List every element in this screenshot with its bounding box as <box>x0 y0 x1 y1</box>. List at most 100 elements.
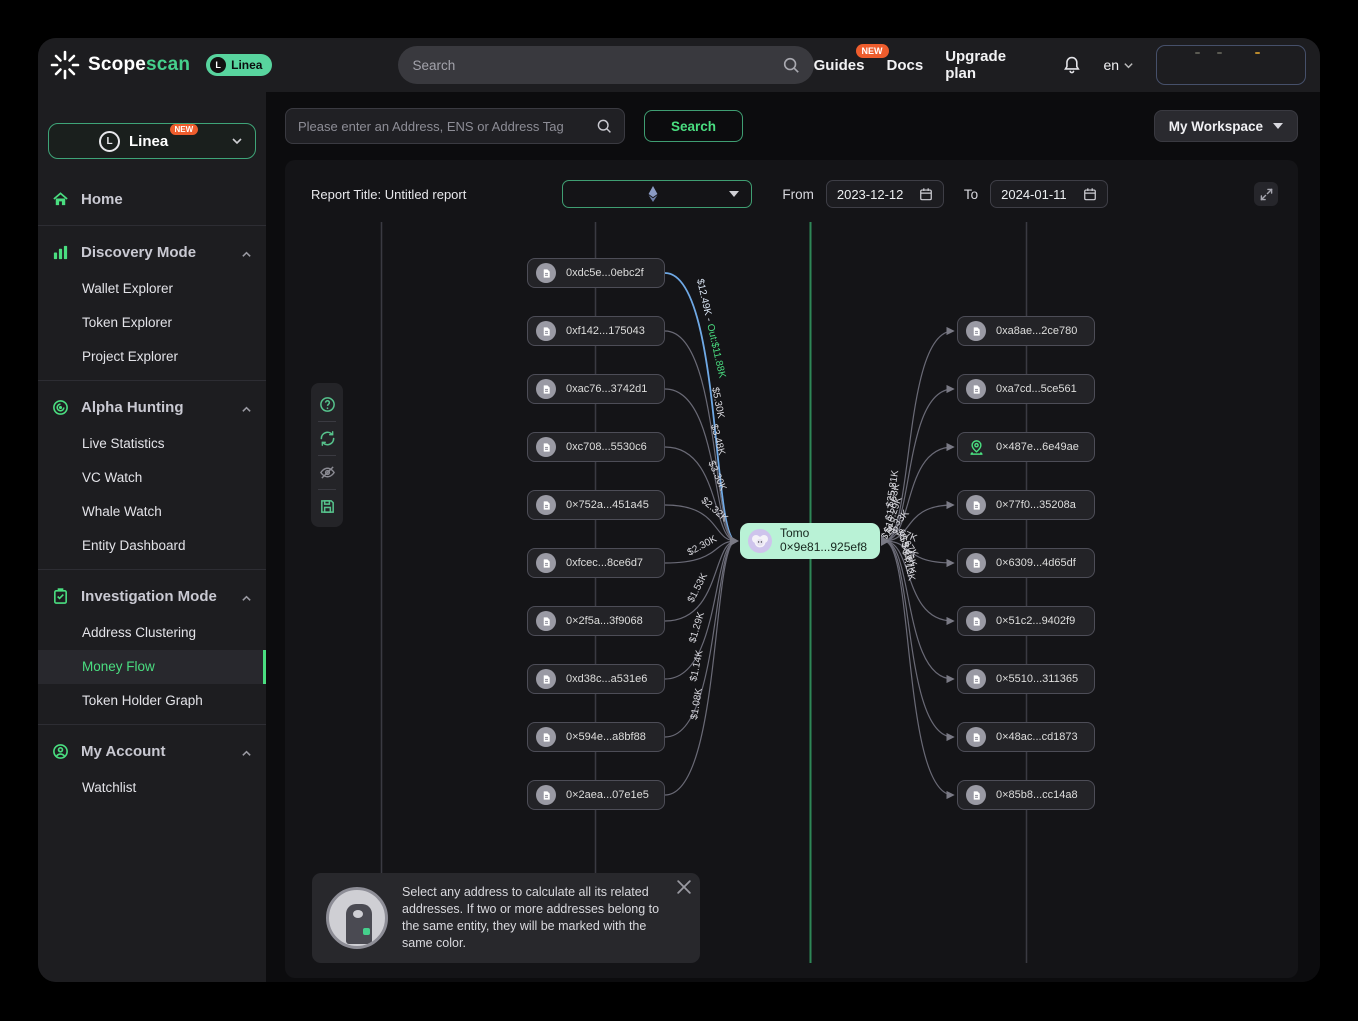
doc-icon <box>966 495 986 515</box>
sidebar-item-discovery-mode[interactable]: Discovery Mode <box>38 232 266 272</box>
address-node[interactable]: 0xa8ae...2ce780 <box>957 316 1095 346</box>
sidebar-item-entity-dashboard[interactable]: Entity Dashboard <box>38 529 266 563</box>
address-node[interactable]: 0×6309...4d65df <box>957 548 1095 578</box>
brand-name: Scopescan <box>88 54 190 76</box>
address-node[interactable]: 0×5510...311365 <box>957 664 1095 694</box>
address-search[interactable] <box>285 108 625 144</box>
from-date-picker[interactable]: 2023-12-12 <box>826 180 944 208</box>
close-icon[interactable] <box>677 880 691 894</box>
main-area: Search My Workspace Report Title: Untitl… <box>266 92 1320 982</box>
chevron-up-icon <box>241 746 252 757</box>
help-tool[interactable] <box>311 387 343 421</box>
doc-icon <box>966 553 986 573</box>
global-search-input[interactable] <box>412 58 781 73</box>
clipboard-icon <box>52 588 69 605</box>
address-node[interactable]: 0×487e...6e49ae <box>957 432 1095 462</box>
doc-icon <box>536 379 556 399</box>
sidebar-item-project-explorer[interactable]: Project Explorer <box>38 340 266 374</box>
address-node[interactable]: 0xf142...175043 <box>527 316 665 346</box>
sidebar-item-token-holder-graph[interactable]: Token Holder Graph <box>38 684 266 718</box>
topbar-panel-placeholder[interactable] <box>1156 45 1306 85</box>
sidebar-item-home[interactable]: Home <box>38 179 266 219</box>
address-node[interactable]: 0xac76...3742d1 <box>527 374 665 404</box>
main-toolbar: Search My Workspace <box>266 92 1320 160</box>
save-tool[interactable] <box>311 489 343 523</box>
target-icon <box>52 399 69 416</box>
chevron-up-icon <box>241 591 252 602</box>
nav-guides[interactable]: GuidesNEW <box>814 57 865 74</box>
report-controls: Report Title: Untitled report From 2023-… <box>311 180 1278 208</box>
doc-icon <box>536 727 556 747</box>
doc-icon <box>536 495 556 515</box>
nav-docs[interactable]: Docs <box>887 57 924 74</box>
doc-icon <box>966 727 986 747</box>
address-search-input[interactable] <box>298 119 596 134</box>
sidebar-item-watchlist[interactable]: Watchlist <box>38 771 266 805</box>
edge-label: $12.49K - Out:$11.88K <box>694 278 728 380</box>
chart-icon <box>52 244 69 261</box>
sidebar-item-vc-watch[interactable]: VC Watch <box>38 461 266 495</box>
chevron-up-icon <box>241 402 252 413</box>
doc-icon <box>536 669 556 689</box>
sidebar-section: Discovery ModeWallet ExplorerToken Explo… <box>38 225 266 380</box>
sidebar-item-money-flow[interactable]: Money Flow <box>38 650 266 684</box>
user-icon <box>52 743 69 760</box>
tooltip-text: Select any address to calculate all its … <box>402 884 686 953</box>
eye-off-tool[interactable] <box>311 455 343 489</box>
sidebar-item-live-statistics[interactable]: Live Statistics <box>38 427 266 461</box>
address-node[interactable]: 0×48ac...cd1873 <box>957 722 1095 752</box>
sidebar-section: My AccountWatchlist <box>38 724 266 811</box>
address-node[interactable]: 0×51c2...9402f9 <box>957 606 1095 636</box>
sidebar-item-whale-watch[interactable]: Whale Watch <box>38 495 266 529</box>
network-name: LineaNEW <box>129 133 168 150</box>
sidebar-item-investigation-mode[interactable]: Investigation Mode <box>38 576 266 616</box>
address-node[interactable]: 0xfcec...8ce6d7 <box>527 548 665 578</box>
search-icon <box>782 56 800 74</box>
nav-upgrade-plan[interactable]: Upgrade plan <box>945 48 1040 82</box>
address-node[interactable]: 0×594e...a8bf88 <box>527 722 665 752</box>
doc-icon <box>536 553 556 573</box>
edge-label: $2.30K <box>686 534 719 559</box>
brand[interactable]: Scopescan L Linea <box>50 50 272 80</box>
sidebar-item-token-explorer[interactable]: Token Explorer <box>38 306 266 340</box>
sidebar-item-address-clustering[interactable]: Address Clustering <box>38 616 266 650</box>
sidebar-item-wallet-explorer[interactable]: Wallet Explorer <box>38 272 266 306</box>
notification-bell-icon[interactable] <box>1062 55 1082 75</box>
address-node[interactable]: 0xc708...5530c6 <box>527 432 665 462</box>
address-node[interactable]: 0xa7cd...5ce561 <box>957 374 1095 404</box>
center-entity-node[interactable]: Tomo0×9e81...925ef8 <box>740 523 880 559</box>
address-node[interactable]: 0xd38c...a531e6 <box>527 664 665 694</box>
sidebar-item-my-account[interactable]: My Account <box>38 731 266 771</box>
graph-canvas: $12.49K - Out:$11.88K$5.30K$3.48K$3.30K$… <box>285 160 1298 978</box>
my-workspace-button[interactable]: My Workspace <box>1154 110 1298 142</box>
address-node[interactable]: 0×2aea...07e1e5 <box>527 780 665 810</box>
calendar-icon <box>1083 187 1097 201</box>
address-node[interactable]: 0×85b8...cc14a8 <box>957 780 1095 810</box>
address-node[interactable]: 0×77f0...35208a <box>957 490 1095 520</box>
sidebar-item-alpha-hunting[interactable]: Alpha Hunting <box>38 387 266 427</box>
doc-icon <box>966 785 986 805</box>
language-selector[interactable]: en <box>1103 57 1134 73</box>
chevron-down-icon <box>1123 60 1134 71</box>
refresh-tool[interactable] <box>311 421 343 455</box>
to-date-picker[interactable]: 2024-01-11 <box>990 180 1108 208</box>
token-select-dropdown[interactable] <box>562 180 752 208</box>
edge-label: $1.53K <box>686 571 710 605</box>
eye-off-icon <box>319 464 336 481</box>
search-button[interactable]: Search <box>644 110 743 142</box>
doc-icon <box>966 321 986 341</box>
global-search[interactable] <box>398 46 813 84</box>
address-node[interactable]: 0×2f5a...3f9068 <box>527 606 665 636</box>
new-badge: NEW <box>856 44 889 58</box>
doc-icon <box>536 263 556 283</box>
chevron-down-icon <box>231 135 243 147</box>
network-dropdown[interactable]: L LineaNEW <box>48 123 256 159</box>
from-label: From <box>782 187 814 202</box>
location-icon <box>966 437 986 457</box>
chevron-up-icon <box>241 247 252 258</box>
caret-down-icon <box>729 191 739 197</box>
address-node[interactable]: 0xdc5e...0ebc2f <box>527 258 665 288</box>
address-node[interactable]: 0×752a...451a45 <box>527 490 665 520</box>
money-flow-panel: Report Title: Untitled report From 2023-… <box>285 160 1298 978</box>
fullscreen-button[interactable] <box>1254 182 1278 206</box>
